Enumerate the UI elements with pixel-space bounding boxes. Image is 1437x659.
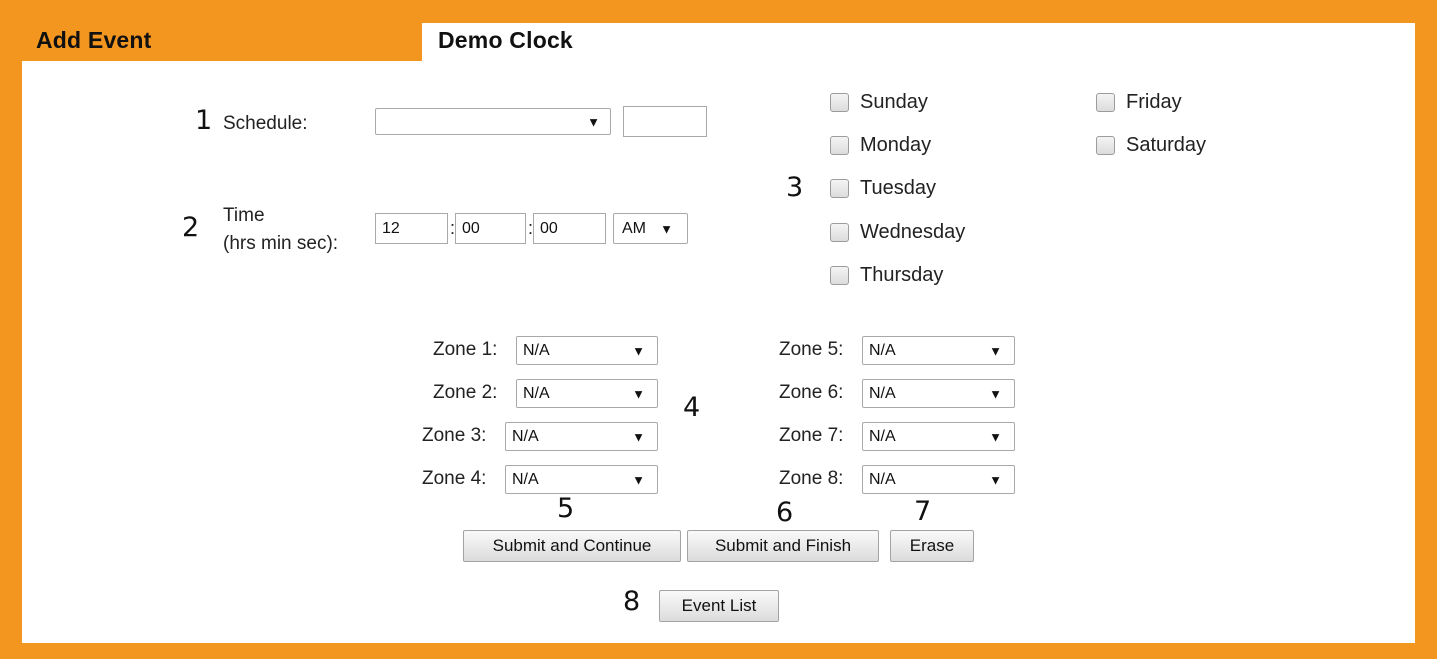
submit-and-continue-button[interactable]: Submit and Continue (463, 530, 681, 562)
seconds-input[interactable]: 00 (533, 213, 606, 244)
day-label: Saturday (1126, 134, 1207, 156)
day-label: Wednesday (860, 221, 966, 243)
submit-and-finish-button[interactable]: Submit and Finish (687, 530, 879, 562)
checkbox[interactable] (830, 266, 849, 285)
callout-1: 1 (195, 105, 213, 136)
zone-7-select[interactable]: N/A ▼ (862, 422, 1015, 451)
chevron-down-icon: ▼ (632, 386, 645, 401)
day-label: Friday (1126, 91, 1182, 113)
time-units-label: (hrs min sec): (223, 233, 339, 254)
callout-8: 8 (623, 586, 641, 617)
zone-select-value: N/A (523, 384, 550, 402)
day-label: Sunday (860, 91, 928, 113)
schedule-text-field[interactable] (623, 106, 707, 137)
chevron-down-icon: ▼ (632, 472, 645, 487)
day-label: Thursday (860, 264, 944, 286)
zone-select-value: N/A (869, 470, 896, 488)
zone-select-value: N/A (512, 427, 539, 445)
day-checkbox-wednesday[interactable]: Wednesday (830, 221, 965, 244)
day-checkbox-saturday[interactable]: Saturday (1096, 134, 1206, 157)
zone-1-label: Zone 1: (433, 339, 498, 360)
day-checkbox-tuesday[interactable]: Tuesday (830, 177, 936, 200)
day-label: Tuesday (860, 177, 936, 199)
zone-8-select[interactable]: N/A ▼ (862, 465, 1015, 494)
day-checkbox-thursday[interactable]: Thursday (830, 264, 943, 287)
day-label: Monday (860, 134, 932, 156)
zone-select-value: N/A (869, 427, 896, 445)
checkbox[interactable] (830, 179, 849, 198)
demo-clock-title[interactable]: Demo Clock (438, 27, 573, 54)
zone-select-value: N/A (512, 470, 539, 488)
add-event-title: Add Event (36, 27, 152, 53)
chevron-down-icon: ▼ (989, 343, 1002, 358)
zone-1-select[interactable]: N/A ▼ (516, 336, 658, 365)
zone-2-label: Zone 2: (433, 382, 498, 403)
checkbox[interactable] (830, 223, 849, 242)
zone-7-label: Zone 7: (779, 425, 844, 446)
checkbox[interactable] (830, 93, 849, 112)
chevron-down-icon: ▼ (989, 429, 1002, 444)
chevron-down-icon: ▼ (632, 343, 645, 358)
zone-3-label: Zone 3: (422, 425, 487, 446)
zone-6-label: Zone 6: (779, 382, 844, 403)
chevron-down-icon: ▼ (660, 221, 673, 236)
time-label: Time (223, 205, 265, 226)
erase-button[interactable]: Erase (890, 530, 974, 562)
callout-3: 3 (786, 172, 804, 203)
callout-5: 5 (557, 493, 575, 524)
checkbox[interactable] (830, 136, 849, 155)
checkbox[interactable] (1096, 136, 1115, 155)
chevron-down-icon: ▼ (632, 429, 645, 444)
zone-8-label: Zone 8: (779, 468, 844, 489)
zone-select-value: N/A (869, 341, 896, 359)
chevron-down-icon: ▼ (989, 386, 1002, 401)
zone-5-select[interactable]: N/A ▼ (862, 336, 1015, 365)
zone-4-label: Zone 4: (422, 468, 487, 489)
day-checkbox-monday[interactable]: Monday (830, 134, 931, 157)
schedule-select[interactable]: ▼ (375, 108, 611, 135)
ampm-select[interactable]: AM ▼ (613, 213, 688, 244)
callout-6: 6 (776, 497, 794, 528)
zone-5-label: Zone 5: (779, 339, 844, 360)
hours-input[interactable]: 12 (375, 213, 448, 244)
schedule-label: Schedule: (223, 113, 308, 134)
callout-4: 4 (683, 392, 701, 423)
chevron-down-icon: ▼ (989, 472, 1002, 487)
zone-3-select[interactable]: N/A ▼ (505, 422, 658, 451)
chevron-down-icon: ▼ (587, 114, 600, 129)
event-list-button[interactable]: Event List (659, 590, 779, 622)
day-checkbox-sunday[interactable]: Sunday (830, 91, 928, 114)
callout-2: 2 (182, 212, 200, 243)
day-checkbox-friday[interactable]: Friday (1096, 91, 1182, 114)
zone-select-value: N/A (523, 341, 550, 359)
minutes-input[interactable]: 00 (455, 213, 526, 244)
zone-4-select[interactable]: N/A ▼ (505, 465, 658, 494)
ampm-select-value: AM (622, 219, 646, 237)
zone-6-select[interactable]: N/A ▼ (862, 379, 1015, 408)
zone-2-select[interactable]: N/A ▼ (516, 379, 658, 408)
callout-7: 7 (914, 496, 932, 527)
zone-select-value: N/A (869, 384, 896, 402)
checkbox[interactable] (1096, 93, 1115, 112)
